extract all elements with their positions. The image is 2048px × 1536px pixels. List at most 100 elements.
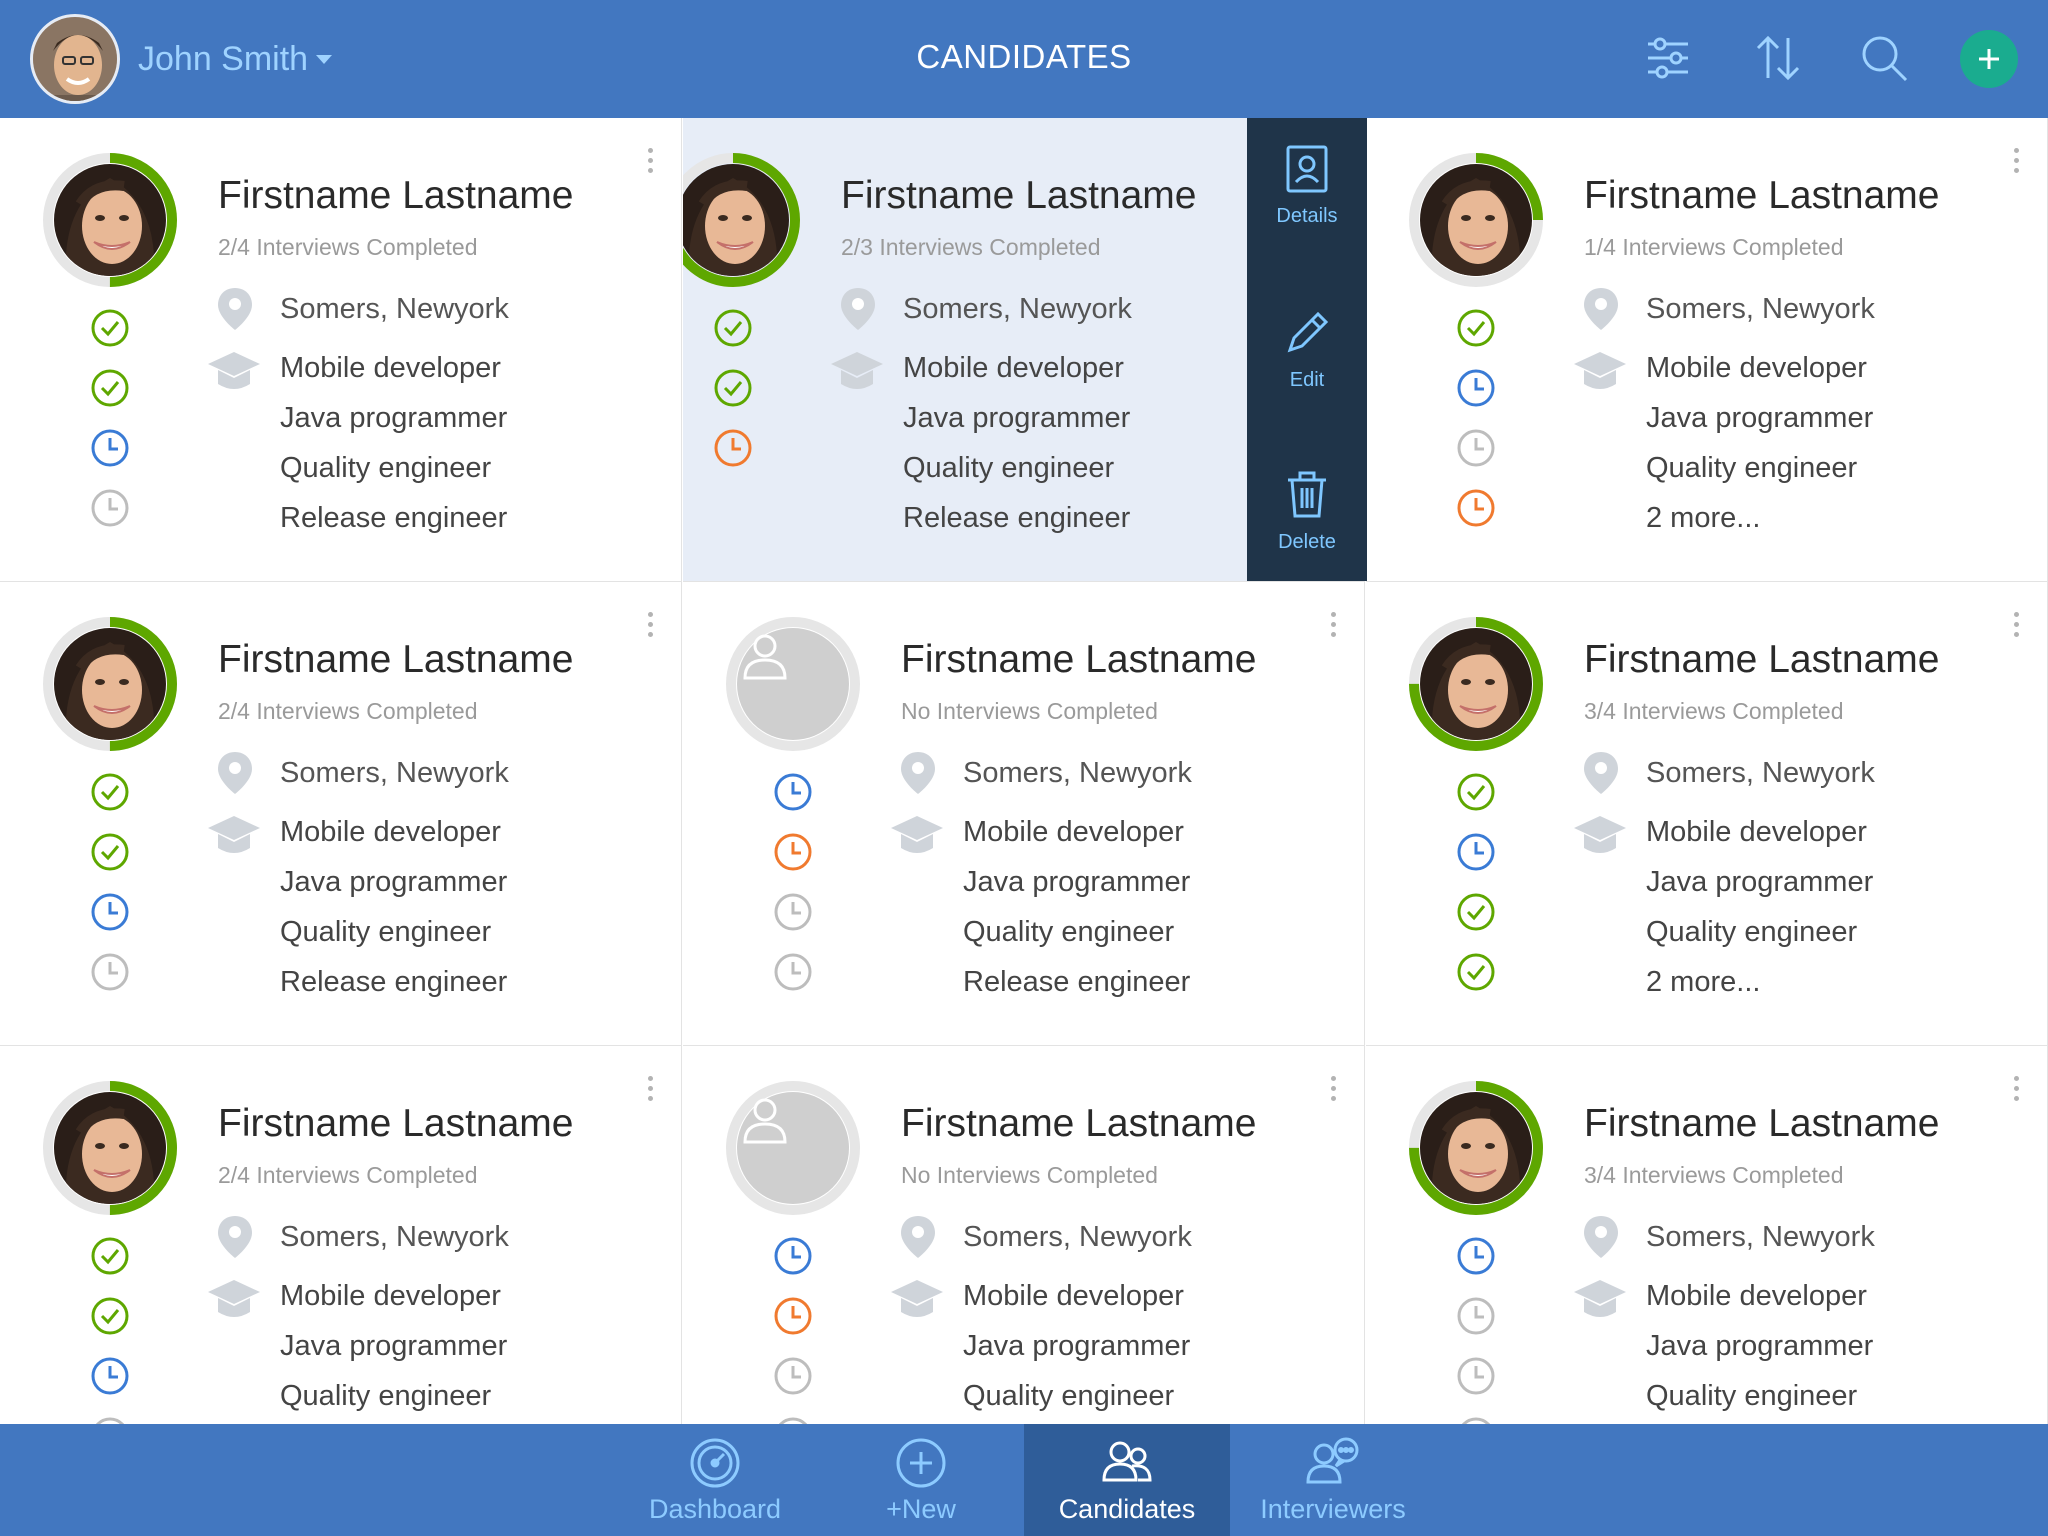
skill-item: Release engineer bbox=[963, 966, 1191, 998]
skill-item: Release engineer bbox=[280, 502, 508, 534]
tab-label: Candidates bbox=[1058, 1494, 1196, 1524]
clock-scheduled-icon bbox=[90, 428, 130, 468]
candidate-card[interactable]: Firstname Lastname 3/4 Interviews Complet… bbox=[1366, 1046, 2048, 1424]
graduation-cap-icon bbox=[889, 814, 945, 865]
more-options-icon[interactable] bbox=[2010, 1076, 2022, 1110]
skills-list: Mobile developer Java programmer Quality e… bbox=[1646, 1279, 1873, 1424]
candidate-photo bbox=[1420, 628, 1532, 740]
skills-list: Mobile developer Java programmer Quality e… bbox=[1646, 351, 1873, 551]
interview-status-list bbox=[1456, 1236, 1496, 1424]
candidate-card[interactable]: Firstname Lastname 2/4 Interviews Complet… bbox=[0, 118, 682, 582]
skills-list: Mobile developer Java programmer Quality e… bbox=[1646, 815, 1873, 1015]
delete-button[interactable]: Delete bbox=[1247, 470, 1367, 554]
search-icon[interactable] bbox=[1856, 30, 1912, 86]
skill-item: Java programmer bbox=[963, 1330, 1191, 1362]
candidate-name[interactable]: Firstname Lastname bbox=[218, 638, 573, 682]
candidate-avatar bbox=[723, 614, 863, 754]
candidate-location: Somers, Newyork bbox=[280, 757, 509, 789]
candidate-location: Somers, Newyork bbox=[280, 1221, 509, 1253]
candidate-card[interactable]: Firstname Lastname 1/4 Interviews Complet… bbox=[1366, 118, 2048, 582]
candidate-name[interactable]: Firstname Lastname bbox=[901, 1102, 1256, 1146]
tab-interviewers[interactable]: Interviewers bbox=[1230, 1424, 1436, 1536]
edit-label: Edit bbox=[1289, 369, 1325, 391]
skill-item: Mobile developer bbox=[1646, 352, 1867, 384]
clock-pending-icon bbox=[773, 892, 813, 932]
details-button[interactable]: Details bbox=[1247, 144, 1367, 228]
graduation-cap-icon bbox=[1572, 350, 1628, 401]
graduation-cap-icon bbox=[829, 350, 885, 401]
graduation-cap-icon bbox=[206, 1278, 262, 1329]
check-circle-icon bbox=[90, 1296, 130, 1336]
edit-button[interactable]: Edit bbox=[1247, 308, 1367, 392]
check-circle-icon bbox=[90, 1236, 130, 1276]
candidate-location: Somers, Newyork bbox=[280, 293, 509, 325]
more-options-icon[interactable] bbox=[644, 1076, 656, 1110]
person-icon bbox=[737, 628, 849, 740]
candidate-avatar bbox=[1406, 150, 1546, 290]
graduation-cap-icon bbox=[889, 1278, 945, 1329]
location-pin-icon bbox=[216, 750, 254, 801]
more-options-icon[interactable] bbox=[1327, 1076, 1339, 1110]
skill-item: Java programmer bbox=[280, 1330, 508, 1362]
more-options-icon[interactable] bbox=[2010, 148, 2022, 182]
skill-item: Quality engineer bbox=[963, 1380, 1175, 1412]
candidate-photo bbox=[54, 164, 166, 276]
skill-item: Mobile developer bbox=[1646, 816, 1867, 848]
details-icon bbox=[1286, 145, 1328, 193]
candidate-card[interactable]: Firstname Lastname No Interviews Complete… bbox=[683, 1046, 1365, 1424]
tab-dashboard[interactable]: Dashboard bbox=[612, 1424, 818, 1536]
interview-status-list bbox=[90, 1236, 130, 1424]
candidate-card[interactable]: Firstname Lastname No Interviews Complete… bbox=[683, 582, 1365, 1046]
candidate-avatar bbox=[40, 1078, 180, 1218]
bottom-tab-bar: Dashboard +New Candidates Interviewers bbox=[0, 1424, 2048, 1536]
more-options-icon[interactable] bbox=[2010, 612, 2022, 646]
filter-icon[interactable] bbox=[1640, 30, 1696, 86]
candidate-name[interactable]: Firstname Lastname bbox=[901, 638, 1256, 682]
candidate-photo bbox=[1420, 164, 1532, 276]
tab-candidates[interactable]: Candidates bbox=[1024, 1424, 1230, 1536]
add-candidate-button[interactable] bbox=[1960, 30, 2018, 88]
skill-item: 2 more... bbox=[1646, 966, 1761, 998]
more-options-icon[interactable] bbox=[644, 148, 656, 182]
check-circle-icon bbox=[1456, 952, 1496, 992]
location-pin-icon bbox=[216, 286, 254, 337]
clock-pending-icon bbox=[90, 1416, 130, 1424]
skill-item: Quality engineer bbox=[963, 916, 1175, 948]
clock-scheduled-icon bbox=[773, 1236, 813, 1276]
skill-item: Quality engineer bbox=[280, 1380, 492, 1412]
clock-pending-icon bbox=[90, 488, 130, 528]
check-circle-icon bbox=[713, 308, 753, 348]
candidate-location: Somers, Newyork bbox=[903, 293, 1132, 325]
candidate-name[interactable]: Firstname Lastname bbox=[1584, 638, 1939, 682]
candidate-card[interactable]: Firstname Lastname 2/4 Interviews Complet… bbox=[0, 1046, 682, 1424]
candidate-name[interactable]: Firstname Lastname bbox=[1584, 174, 1939, 218]
pencil-icon bbox=[1287, 311, 1329, 353]
tab-new[interactable]: +New bbox=[818, 1424, 1024, 1536]
interview-status-list bbox=[773, 1236, 813, 1424]
candidate-location: Somers, Newyork bbox=[963, 757, 1192, 789]
candidate-name[interactable]: Firstname Lastname bbox=[1584, 1102, 1939, 1146]
interview-status-list bbox=[90, 772, 130, 1012]
interviews-completed: 2/4 Interviews Completed bbox=[218, 234, 478, 260]
candidate-card[interactable]: Firstname Lastname 2/4 Interviews Complet… bbox=[0, 582, 682, 1046]
skills-list: Mobile developer Java programmer Quality e… bbox=[963, 1279, 1190, 1424]
candidate-avatar bbox=[1406, 1078, 1546, 1218]
graduation-cap-icon bbox=[206, 814, 262, 865]
candidates-icon bbox=[1102, 1441, 1152, 1482]
graduation-cap-icon bbox=[1572, 1278, 1628, 1329]
candidate-name[interactable]: Firstname Lastname bbox=[218, 174, 573, 218]
check-circle-icon bbox=[90, 832, 130, 872]
plus-icon bbox=[1979, 49, 1999, 69]
clock-pending-icon bbox=[1456, 1296, 1496, 1336]
candidate-card[interactable]: Firstname Lastname 3/4 Interviews Complet… bbox=[1366, 582, 2048, 1046]
more-options-icon[interactable] bbox=[644, 612, 656, 646]
clock-pending-icon bbox=[773, 1356, 813, 1396]
interviews-completed: 2/3 Interviews Completed bbox=[841, 234, 1101, 260]
sort-icon[interactable] bbox=[1750, 30, 1806, 86]
skill-item: Quality engineer bbox=[1646, 1380, 1858, 1412]
candidate-name[interactable]: Firstname Lastname bbox=[841, 174, 1196, 218]
interviews-completed: 2/4 Interviews Completed bbox=[218, 698, 478, 724]
more-options-icon[interactable] bbox=[1327, 612, 1339, 646]
candidate-name[interactable]: Firstname Lastname bbox=[218, 1102, 573, 1146]
location-pin-icon bbox=[839, 286, 877, 337]
